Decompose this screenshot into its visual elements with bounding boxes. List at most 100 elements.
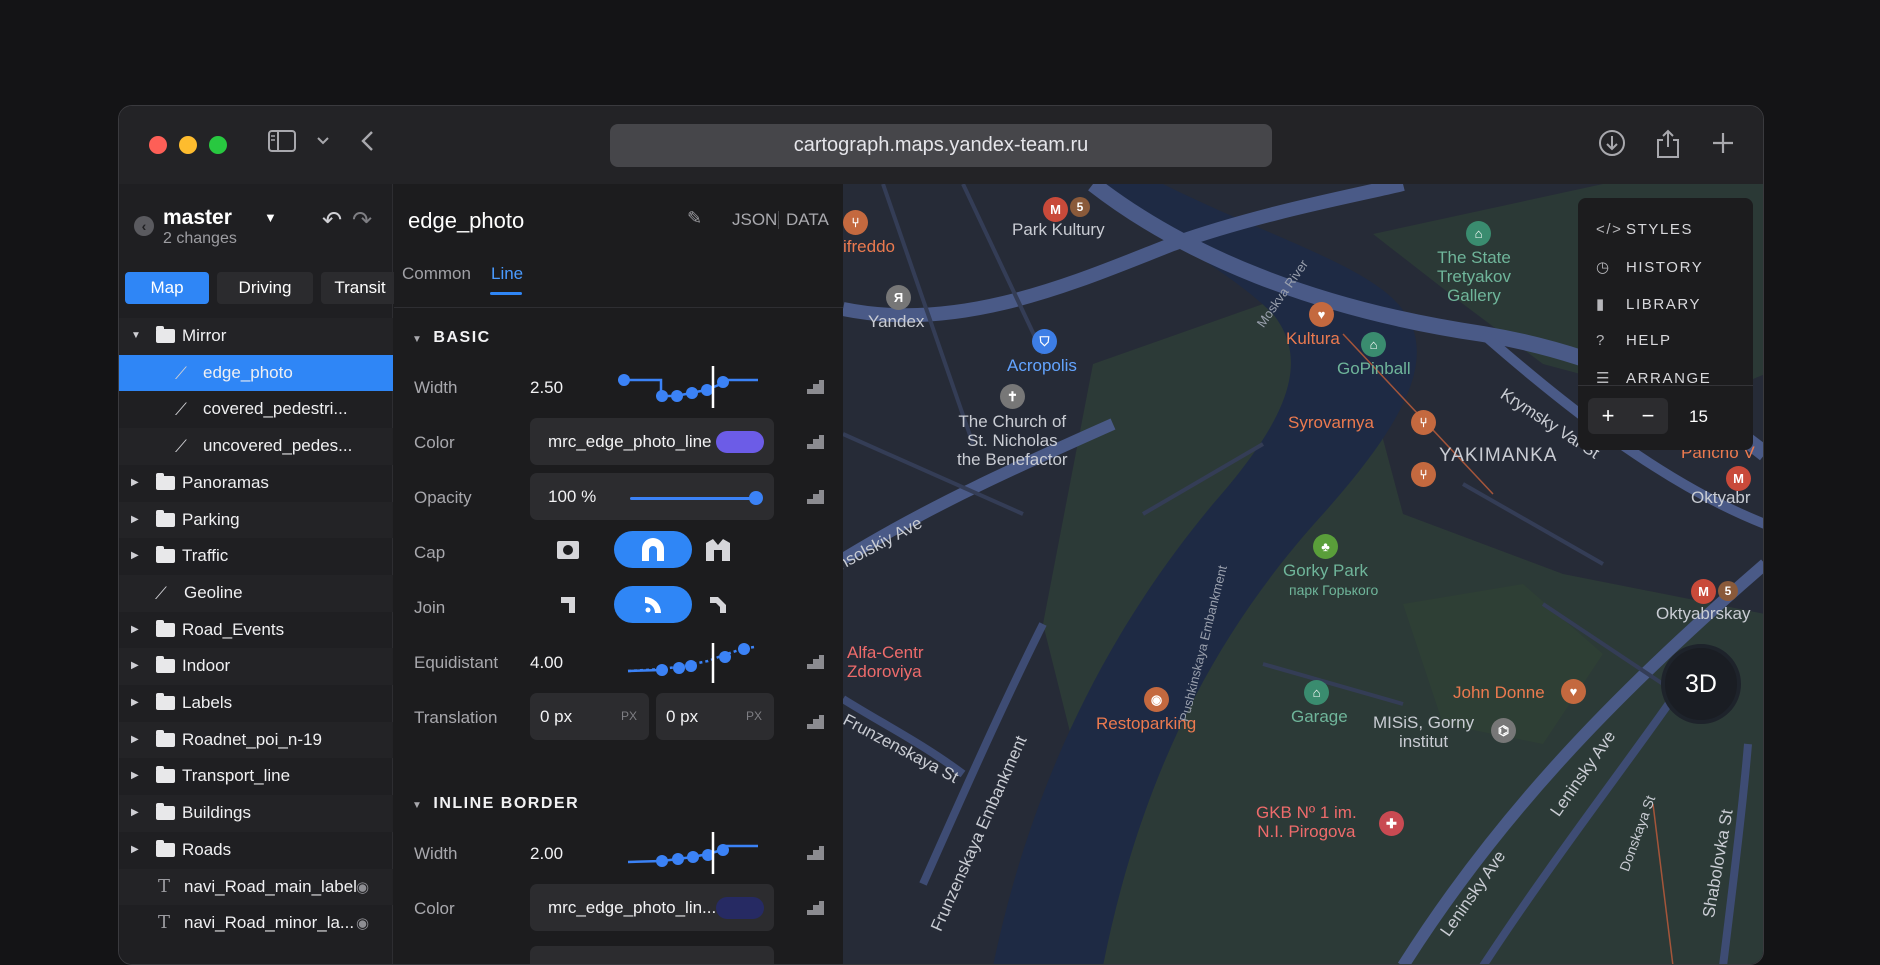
redo-icon[interactable]: ↷ [352, 206, 372, 235]
zoom-function-icon[interactable] [807, 380, 824, 394]
caret-down-icon[interactable]: ▼ [264, 210, 277, 225]
church-icon[interactable]: ✝ [1000, 384, 1025, 409]
back-icon[interactable] [359, 128, 377, 162]
tab-driving[interactable]: Driving [217, 272, 313, 304]
join-round-button[interactable] [614, 586, 692, 623]
museum-icon[interactable]: ⌂ [1466, 221, 1491, 246]
map-label[interactable]: GKB Nº 1 im. N.I. Pirogova [1256, 803, 1357, 841]
translation-x-field[interactable]: 0 px PX [530, 693, 649, 740]
tab-common[interactable]: Common [402, 264, 471, 284]
parking-restaurant-icon[interactable]: ◉ [1144, 687, 1169, 712]
map-label[interactable]: Oktyabrskay [1656, 604, 1750, 623]
color-swatch[interactable] [716, 897, 764, 919]
section-inline-border[interactable]: ▼ INLINE BORDER [412, 795, 579, 813]
map-label[interactable]: Alfa-Centr Zdoroviya [847, 643, 924, 681]
zoom-function-icon[interactable] [807, 715, 824, 729]
layer-row[interactable]: ▶ Roadnet_poi_n-19 [119, 721, 393, 759]
expand-arrow-icon[interactable]: ▶ [131, 807, 139, 818]
layer-row[interactable]: ▶ Parking [119, 501, 393, 539]
zoom-out-button[interactable]: − [1628, 398, 1668, 434]
map-label[interactable]: Garage [1291, 707, 1348, 726]
tab-map[interactable]: Map [125, 272, 209, 304]
menu-item-help[interactable]: ? HELP [1596, 332, 1672, 349]
layer-row[interactable]: T navi_Road_main_label ◉ [119, 868, 393, 906]
metro-icon[interactable]: M [1691, 579, 1716, 604]
collapse-arrow-icon[interactable]: ▼ [412, 334, 423, 345]
layer-row[interactable]: ▶ Roads [119, 832, 393, 869]
new-tab-icon[interactable] [1711, 128, 1735, 166]
metro-icon[interactable]: M [1726, 466, 1751, 491]
equidistant-value[interactable]: 4.00 [530, 653, 563, 673]
download-icon[interactable] [1597, 128, 1627, 166]
restaurant-icon[interactable]: ⑂ [1411, 410, 1436, 435]
layer-row[interactable]: ⟋ uncovered_pedes... [119, 428, 393, 465]
map-label[interactable]: John Donne [1453, 683, 1545, 702]
menu-item-library[interactable]: ▮ LIBRARY [1596, 295, 1701, 313]
layer-row[interactable]: T navi_Road_minor_la... ◉ [119, 905, 393, 942]
layer-row[interactable]: ▶ Road_Events [119, 612, 393, 649]
tab-transit[interactable]: Transit [321, 272, 399, 304]
expand-arrow-icon[interactable]: ▶ [131, 734, 139, 745]
map-label[interactable]: Gorky Park [1283, 561, 1368, 580]
border-color-field[interactable]: mrc_edge_photo_lin... [530, 884, 774, 931]
layer-row[interactable]: ⟋ covered_pedestri... [119, 391, 393, 428]
next-field[interactable] [530, 946, 774, 964]
map-label[interactable]: парк Горького [1289, 581, 1378, 600]
cap-round-button[interactable] [614, 531, 692, 568]
expand-arrow-icon[interactable]: ▶ [131, 697, 139, 708]
map-label[interactable]: Oktyabr [1691, 488, 1751, 507]
close-window-button[interactable] [149, 136, 167, 154]
map-label[interactable]: MISiS, Gorny institut [1373, 713, 1474, 751]
minimize-window-button[interactable] [179, 136, 197, 154]
layer-row[interactable]: ▶ Buildings [119, 795, 393, 832]
bar-icon[interactable]: ♥ [1561, 679, 1586, 704]
yandex-icon[interactable]: Я [886, 285, 911, 310]
map-label[interactable]: Acropolis [1007, 356, 1077, 375]
expand-arrow-icon[interactable]: ▶ [131, 660, 139, 671]
layer-row[interactable]: ⟋ edge_photo [119, 354, 393, 392]
map-label[interactable]: Syrovarnya [1288, 413, 1374, 432]
map-label[interactable]: The State Tretyakov Gallery [1437, 248, 1511, 305]
layer-row[interactable]: ▼ Mirror [119, 318, 393, 355]
tab-line[interactable]: Line [491, 264, 523, 284]
zoom-function-icon[interactable] [807, 490, 824, 504]
zoom-function-icon[interactable] [807, 846, 824, 860]
expand-arrow-icon[interactable]: ▶ [131, 514, 139, 525]
address-bar[interactable]: cartograph.maps.yandex-team.ru [610, 124, 1272, 167]
bar-icon[interactable]: ♥ [1309, 302, 1334, 327]
branch-name[interactable]: master [163, 206, 232, 230]
back-circle-icon[interactable]: ‹ [134, 216, 154, 236]
expand-arrow-icon[interactable]: ▶ [131, 550, 139, 561]
data-button[interactable]: DATA [786, 210, 829, 230]
menu-item-history[interactable]: ◷ HISTORY [1596, 258, 1703, 276]
cap-square-button[interactable] [694, 531, 742, 568]
park-icon[interactable]: ♣ [1313, 534, 1338, 559]
border-width-value[interactable]: 2.00 [530, 844, 563, 864]
map-label[interactable]: The Church of St. Nicholas the Benefacto… [957, 412, 1068, 469]
restaurant-icon[interactable]: ⑂ [1411, 462, 1436, 487]
metro-icon[interactable]: M [1043, 197, 1068, 222]
3d-toggle-button[interactable]: 3D [1661, 644, 1741, 724]
map-label[interactable]: ifreddo [843, 237, 895, 256]
map-label[interactable]: YAKIMANKA [1439, 446, 1557, 465]
layer-row[interactable]: ▶ Labels [119, 685, 393, 722]
menu-item-styles[interactable]: </> STYLES [1596, 221, 1693, 238]
undo-icon[interactable]: ↶ [322, 206, 342, 235]
chevron-down-icon[interactable] [316, 128, 330, 164]
cap-butt-button[interactable] [548, 531, 588, 568]
zoom-function-icon[interactable] [807, 901, 824, 915]
equidistant-zoom-curve[interactable] [616, 637, 766, 687]
share-icon[interactable] [1655, 128, 1681, 168]
hospital-icon[interactable]: ✚ [1379, 811, 1404, 836]
sidebar-toggle-icon[interactable] [267, 128, 297, 162]
opacity-slider-knob[interactable] [749, 491, 763, 505]
zoom-in-button[interactable]: + [1588, 398, 1628, 434]
maximize-window-button[interactable] [209, 136, 227, 154]
section-basic[interactable]: ▼ BASIC [412, 329, 491, 347]
zoom-function-icon[interactable] [807, 655, 824, 669]
json-button[interactable]: JSON [732, 210, 777, 230]
layer-row[interactable]: ▶ Indoor [119, 648, 393, 685]
map-label[interactable]: Yandex [868, 312, 924, 331]
expand-arrow-icon[interactable]: ▶ [131, 844, 139, 855]
translation-y-field[interactable]: 0 px PX [656, 693, 774, 740]
